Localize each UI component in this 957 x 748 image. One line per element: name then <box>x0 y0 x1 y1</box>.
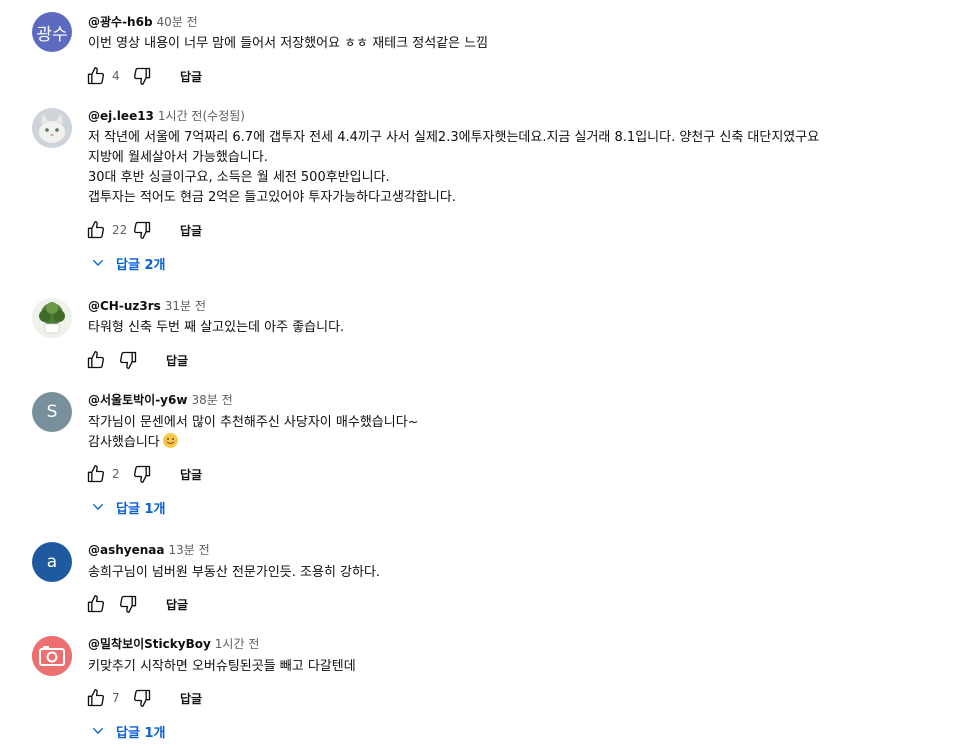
chevron-down-icon <box>92 727 104 734</box>
view-replies-button[interactable]: 답글 1개 <box>90 720 165 742</box>
like-count: 2 <box>112 467 120 481</box>
dislike-icon[interactable] <box>118 350 138 370</box>
view-replies-button[interactable]: 답글 1개 <box>90 496 165 518</box>
smiling-face-emoji-icon <box>162 433 178 448</box>
like-icon[interactable] <box>86 66 106 86</box>
reply-button[interactable]: 답글 <box>180 690 202 707</box>
comment-time[interactable]: 13분 전 <box>168 543 209 557</box>
view-replies-label: 답글 2개 <box>116 257 166 273</box>
comment-time[interactable]: 40분 전 <box>157 15 198 29</box>
comment-author[interactable]: @ashyenaa <box>88 543 164 557</box>
comment-time[interactable]: 38분 전 <box>191 393 232 407</box>
comment-time[interactable]: 1시간 전(수정됨) <box>158 109 245 123</box>
comment-text: 타워형 신축 두번 째 살고있는데 아주 좋습니다. <box>88 320 345 335</box>
view-replies-label: 답글 1개 <box>116 501 166 517</box>
dislike-icon[interactable] <box>132 66 152 86</box>
like-count: 4 <box>112 69 120 83</box>
comment-text: 감사했습니다 <box>88 435 160 450</box>
like-icon[interactable] <box>86 350 106 370</box>
camera-avatar-icon <box>32 636 72 676</box>
like-icon[interactable] <box>86 594 106 614</box>
avatar-initials: 광수 <box>36 24 68 45</box>
chevron-down-icon <box>92 503 104 510</box>
comment-text: 작가님이 문센에서 많이 추천해주신 사당자이 매수했습니다~ <box>88 415 419 430</box>
like-icon[interactable] <box>86 220 106 240</box>
avatar[interactable] <box>32 108 72 148</box>
avatar[interactable]: a <box>32 542 72 582</box>
comment-time[interactable]: 31분 전 <box>165 299 206 313</box>
comment-text: 저 작년에 서울에 7억짜리 6.7에 갭투자 전세 4.4끼구 사서 실제2.… <box>88 130 820 145</box>
avatar[interactable] <box>32 298 72 338</box>
reply-button[interactable]: 답글 <box>180 222 202 239</box>
comment-text: 지방에 월세살아서 가능했습니다. <box>88 150 268 165</box>
comment-text: 키맞추기 시작하면 오버슈팅된곳들 빼고 다갈텐데 <box>88 659 356 674</box>
avatar-initials: S <box>46 402 58 422</box>
reply-button[interactable]: 답글 <box>180 68 202 85</box>
like-icon[interactable] <box>86 688 106 708</box>
comment-author[interactable]: @서울토박이-y6w <box>88 393 187 407</box>
avatar[interactable]: S <box>32 392 72 432</box>
like-count: 7 <box>112 691 120 705</box>
comment-author[interactable]: @CH-uz3rs <box>88 299 161 313</box>
comment-text: 갭투자는 적어도 현금 2억은 들고있어야 투자가능하다고생각합니다. <box>88 190 456 205</box>
dislike-icon[interactable] <box>118 594 138 614</box>
cat-avatar-icon <box>32 108 72 148</box>
dislike-icon[interactable] <box>132 464 152 484</box>
dislike-icon[interactable] <box>132 688 152 708</box>
comment-author[interactable]: @ej.lee13 <box>88 109 154 123</box>
reply-button[interactable]: 답글 <box>180 466 202 483</box>
plant-avatar-icon <box>32 298 72 338</box>
view-replies-label: 답글 1개 <box>116 725 166 741</box>
comment-time[interactable]: 1시간 전 <box>215 637 260 651</box>
like-count: 22 <box>112 223 128 237</box>
avatar[interactable]: 광수 <box>32 12 72 52</box>
reply-button[interactable]: 답글 <box>166 352 188 369</box>
avatar-initials: a <box>46 552 58 572</box>
reply-button[interactable]: 답글 <box>166 596 188 613</box>
comment-author[interactable]: @광수-h6b <box>88 15 153 29</box>
view-replies-button[interactable]: 답글 2개 <box>90 252 165 274</box>
comment-text: 이번 영상 내용이 너무 맘에 들어서 저장했어요 ㅎㅎ 재테크 정석같은 느낌 <box>88 36 489 51</box>
dislike-icon[interactable] <box>132 220 152 240</box>
comment-text: 송희구님이 넘버원 부동산 전문가인듯. 조용히 강하다. <box>88 565 381 580</box>
avatar[interactable] <box>32 636 72 676</box>
comment-text: 30대 후반 싱글이구요, 소득은 월 세전 500후반입니다. <box>88 170 390 185</box>
comment-author[interactable]: @밀착보이StickyBoy <box>88 637 211 651</box>
chevron-down-icon <box>92 259 104 266</box>
like-icon[interactable] <box>86 464 106 484</box>
